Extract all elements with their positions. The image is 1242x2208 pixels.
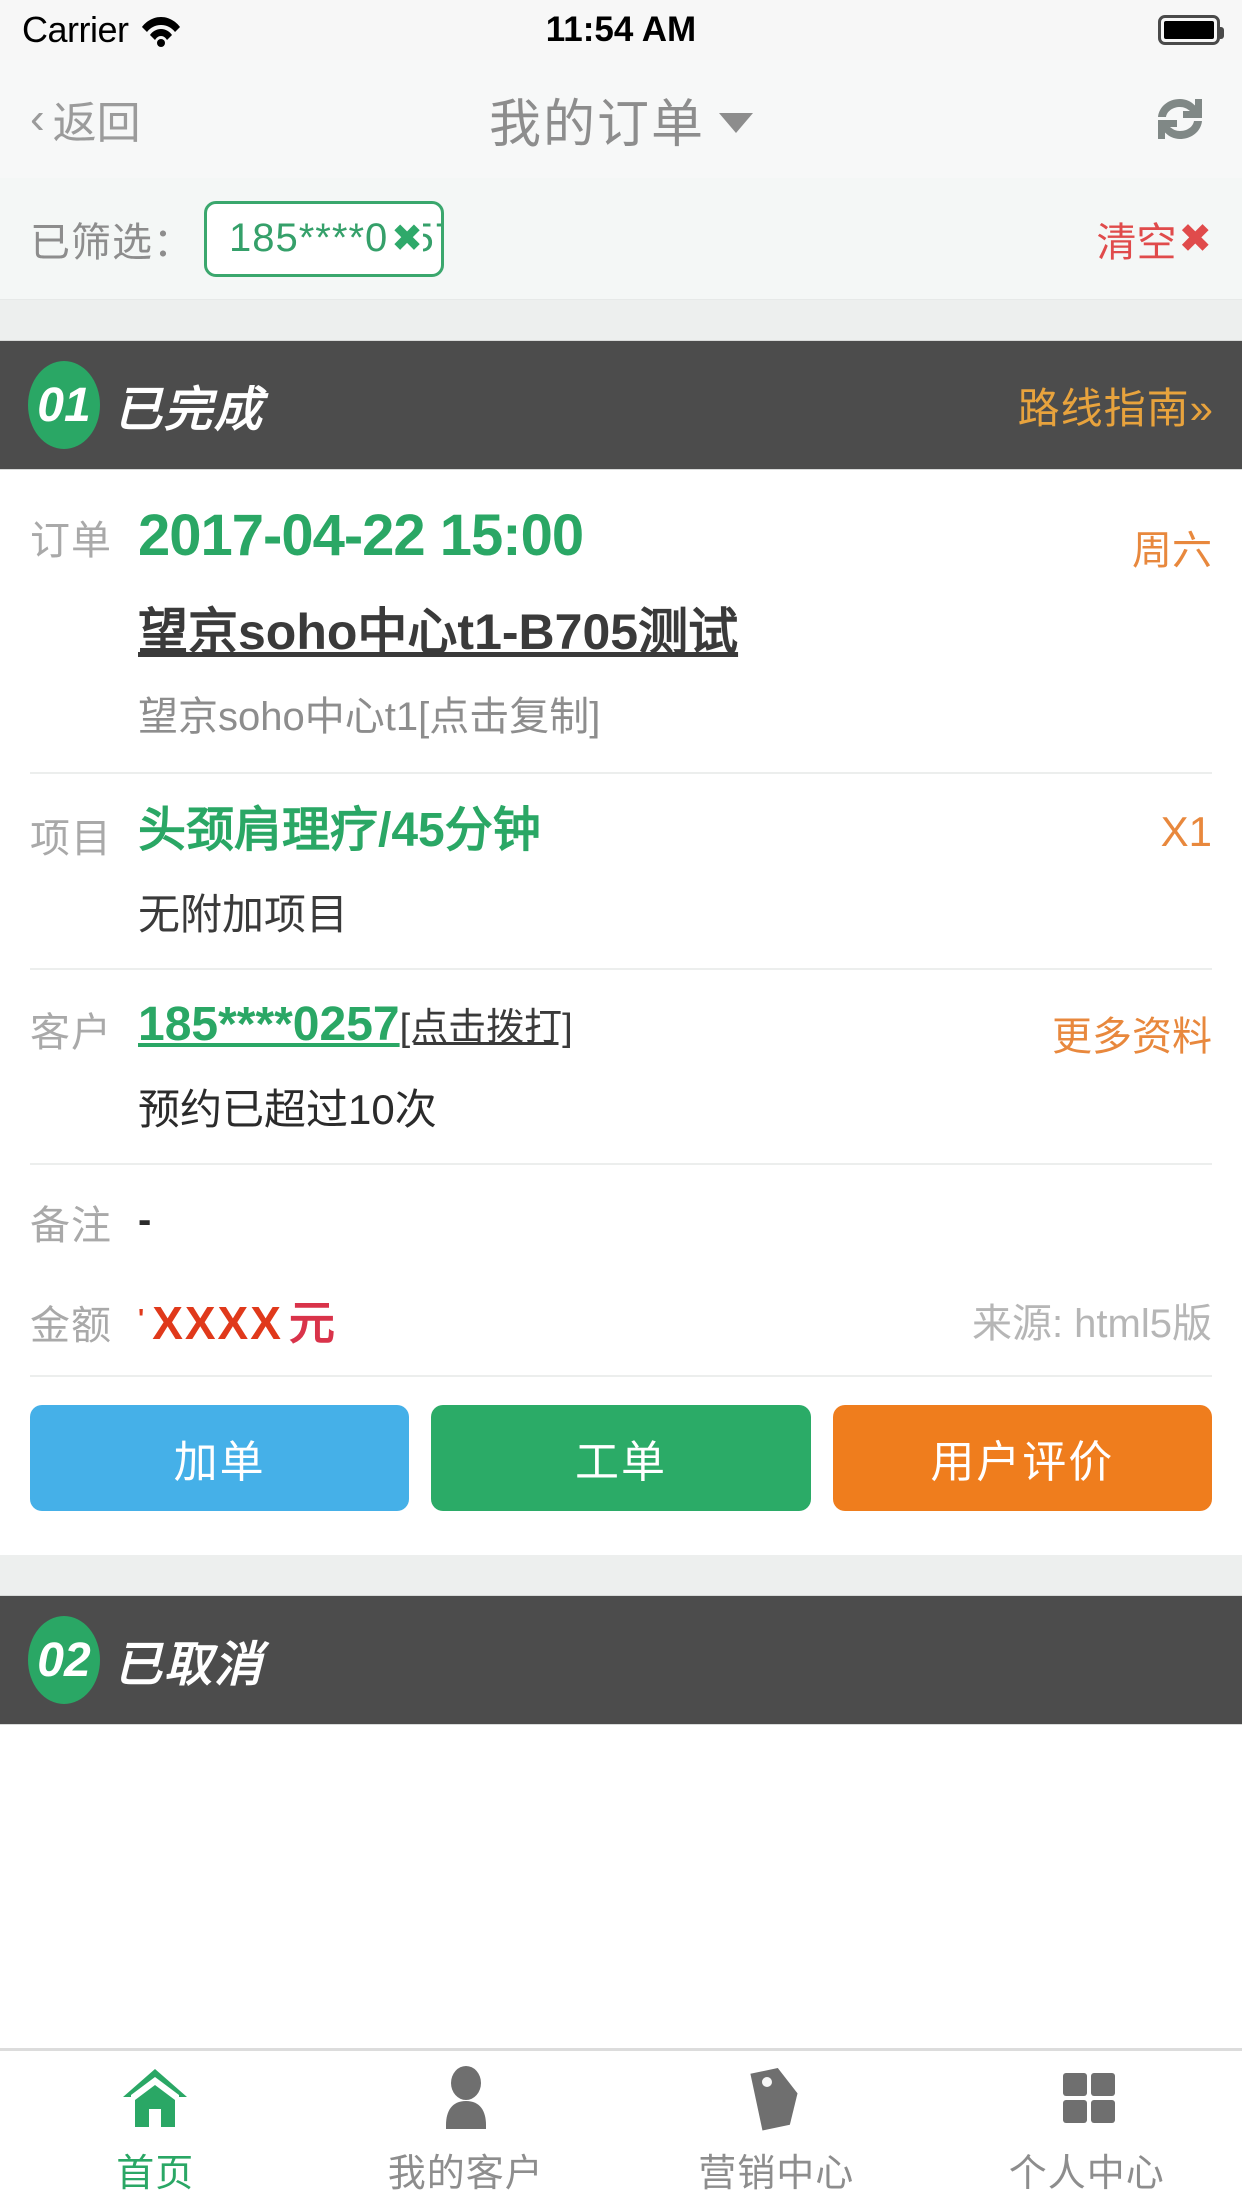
person-icon bbox=[430, 2062, 502, 2134]
status-bar: Carrier 11:54 AM bbox=[0, 0, 1242, 60]
chevron-down-icon[interactable] bbox=[719, 113, 753, 133]
section-title: 已完成 bbox=[114, 384, 265, 437]
refresh-icon bbox=[1158, 99, 1202, 139]
back-label: 返回 bbox=[52, 99, 141, 148]
user-review-button[interactable]: 用户评价 bbox=[832, 1405, 1212, 1512]
order-action-buttons: 加单 工单 用户评价 bbox=[30, 1377, 1212, 1555]
section-header-completed: 01 已完成 路线指南» bbox=[0, 340, 1242, 470]
order-weekday: 周六 bbox=[1132, 529, 1212, 573]
customer-body: 185****0257[点击拨打] 预约已超过10次 bbox=[138, 996, 1032, 1137]
work-order-button[interactable]: 工单 bbox=[431, 1405, 811, 1512]
tab-marketing-center[interactable]: 营销中心 bbox=[621, 2062, 932, 2197]
chevron-left-icon: ‹ bbox=[30, 94, 45, 143]
clear-filters-label: 清空 bbox=[1096, 220, 1177, 265]
section-title: 已取消 bbox=[114, 1639, 265, 1693]
amount-value-group: ' XXXX 元 bbox=[138, 1287, 337, 1353]
order-datetime-row: 订单 2017-04-22 15:00 望京soho中心t1-B705测试 望京… bbox=[30, 470, 1212, 772]
order-customer-row: 客户 185****0257[点击拨打] 预约已超过10次 更多资料 bbox=[30, 970, 1212, 1163]
list-spacer-top bbox=[0, 300, 1242, 340]
list-spacer-mid bbox=[0, 1555, 1242, 1596]
project-name: 头颈肩理疗/45分钟 bbox=[138, 803, 541, 857]
tab-home[interactable]: 首页 bbox=[0, 2062, 311, 2197]
page-title: 我的订单 bbox=[488, 95, 705, 154]
customer-phone-line: 185****0257[点击拨打] bbox=[138, 996, 1032, 1052]
project-quantity: X1 bbox=[1160, 807, 1212, 855]
home-icon bbox=[119, 2062, 191, 2134]
filter-bar: 已筛选： 185****0257 ✖ 清空 ✖ bbox=[0, 178, 1242, 300]
tab-marketing-center-label: 营销中心 bbox=[698, 2153, 855, 2195]
project-extra: 无附加项目 bbox=[138, 891, 349, 939]
bottom-tab-bar: 首页 我的客户 营销中心 个人中心 bbox=[0, 2048, 1242, 2208]
customer-more-link[interactable]: 更多资料 bbox=[1032, 996, 1212, 1062]
section-index-badge: 01 bbox=[28, 361, 100, 449]
amount-label: 金额 bbox=[30, 1304, 112, 1349]
tab-my-customers-label: 我的客户 bbox=[387, 2153, 544, 2195]
amount-value: XXXX bbox=[152, 1297, 283, 1350]
nav-title-group: 我的订单 bbox=[0, 60, 1242, 178]
section-header-cancelled: 02 已取消 bbox=[0, 1595, 1242, 1726]
project-body: 头颈肩理疗/45分钟 无附加项目 bbox=[138, 802, 1141, 943]
battery-icon bbox=[1158, 15, 1224, 45]
order-card: 订单 2017-04-22 15:00 望京soho中心t1-B705测试 望京… bbox=[0, 470, 1242, 1556]
order-datetime-body: 2017-04-22 15:00 望京soho中心t1-B705测试 望京soh… bbox=[138, 504, 1112, 742]
tab-home-label: 首页 bbox=[116, 2153, 195, 2195]
status-bar-clock: 11:54 AM bbox=[545, 10, 697, 49]
amount-unit: 元 bbox=[288, 1297, 337, 1350]
order-label: 订单 bbox=[30, 519, 112, 563]
section-index-badge: 02 bbox=[28, 1616, 100, 1705]
order-address-main[interactable]: 望京soho中心t1-B705测试 bbox=[138, 602, 1112, 662]
nav-bar: ‹ 返回 我的订单 bbox=[0, 60, 1242, 178]
filter-chip[interactable]: 185****0257 ✖ bbox=[204, 200, 444, 277]
note-label: 备注 bbox=[30, 1204, 112, 1249]
tab-personal-center[interactable]: 个人中心 bbox=[932, 2062, 1242, 2197]
customer-phone[interactable]: 185****0257 bbox=[138, 998, 400, 1051]
refresh-button[interactable] bbox=[1148, 87, 1212, 151]
back-button[interactable]: ‹ 返回 bbox=[30, 87, 141, 151]
project-label: 项目 bbox=[30, 816, 112, 861]
order-project-row: 项目 头颈肩理疗/45分钟 无附加项目 X1 bbox=[30, 774, 1212, 969]
customer-call-link[interactable]: [点击拨打] bbox=[400, 1007, 573, 1049]
tab-personal-center-label: 个人中心 bbox=[1008, 2153, 1165, 2195]
order-note-row: 备注 - bbox=[30, 1165, 1212, 1269]
grid-icon bbox=[1051, 2062, 1123, 2134]
route-guide-link[interactable]: 路线指南» bbox=[1018, 375, 1214, 436]
order-amount-row: 金额 ' XXXX 元 来源: html5版 bbox=[30, 1269, 1212, 1375]
note-value: - bbox=[138, 1197, 152, 1242]
status-bar-right bbox=[1158, 15, 1224, 45]
customer-note: 预约已超过10次 bbox=[138, 1086, 437, 1134]
filter-chip-remove-icon[interactable]: ✖ bbox=[389, 216, 423, 261]
order-source: 来源: html5版 bbox=[971, 1302, 1212, 1347]
amount-prefix: ' bbox=[138, 1303, 147, 1334]
tag-icon bbox=[740, 2062, 812, 2134]
close-icon: ✖ bbox=[1178, 216, 1212, 261]
order-list: 01 已完成 路线指南» 订单 2017-04-22 15:00 望京soho中… bbox=[0, 300, 1242, 1726]
order-datetime: 2017-04-22 15:00 bbox=[138, 503, 584, 568]
clear-filters-button[interactable]: 清空 ✖ bbox=[1096, 210, 1212, 268]
add-order-button[interactable]: 加单 bbox=[30, 1405, 410, 1512]
filter-label: 已筛选： bbox=[30, 220, 194, 265]
customer-label: 客户 bbox=[30, 1011, 112, 1056]
tab-my-customers[interactable]: 我的客户 bbox=[311, 2062, 622, 2197]
order-address-sub[interactable]: 望京soho中心t1[点击复制] bbox=[138, 684, 1112, 742]
